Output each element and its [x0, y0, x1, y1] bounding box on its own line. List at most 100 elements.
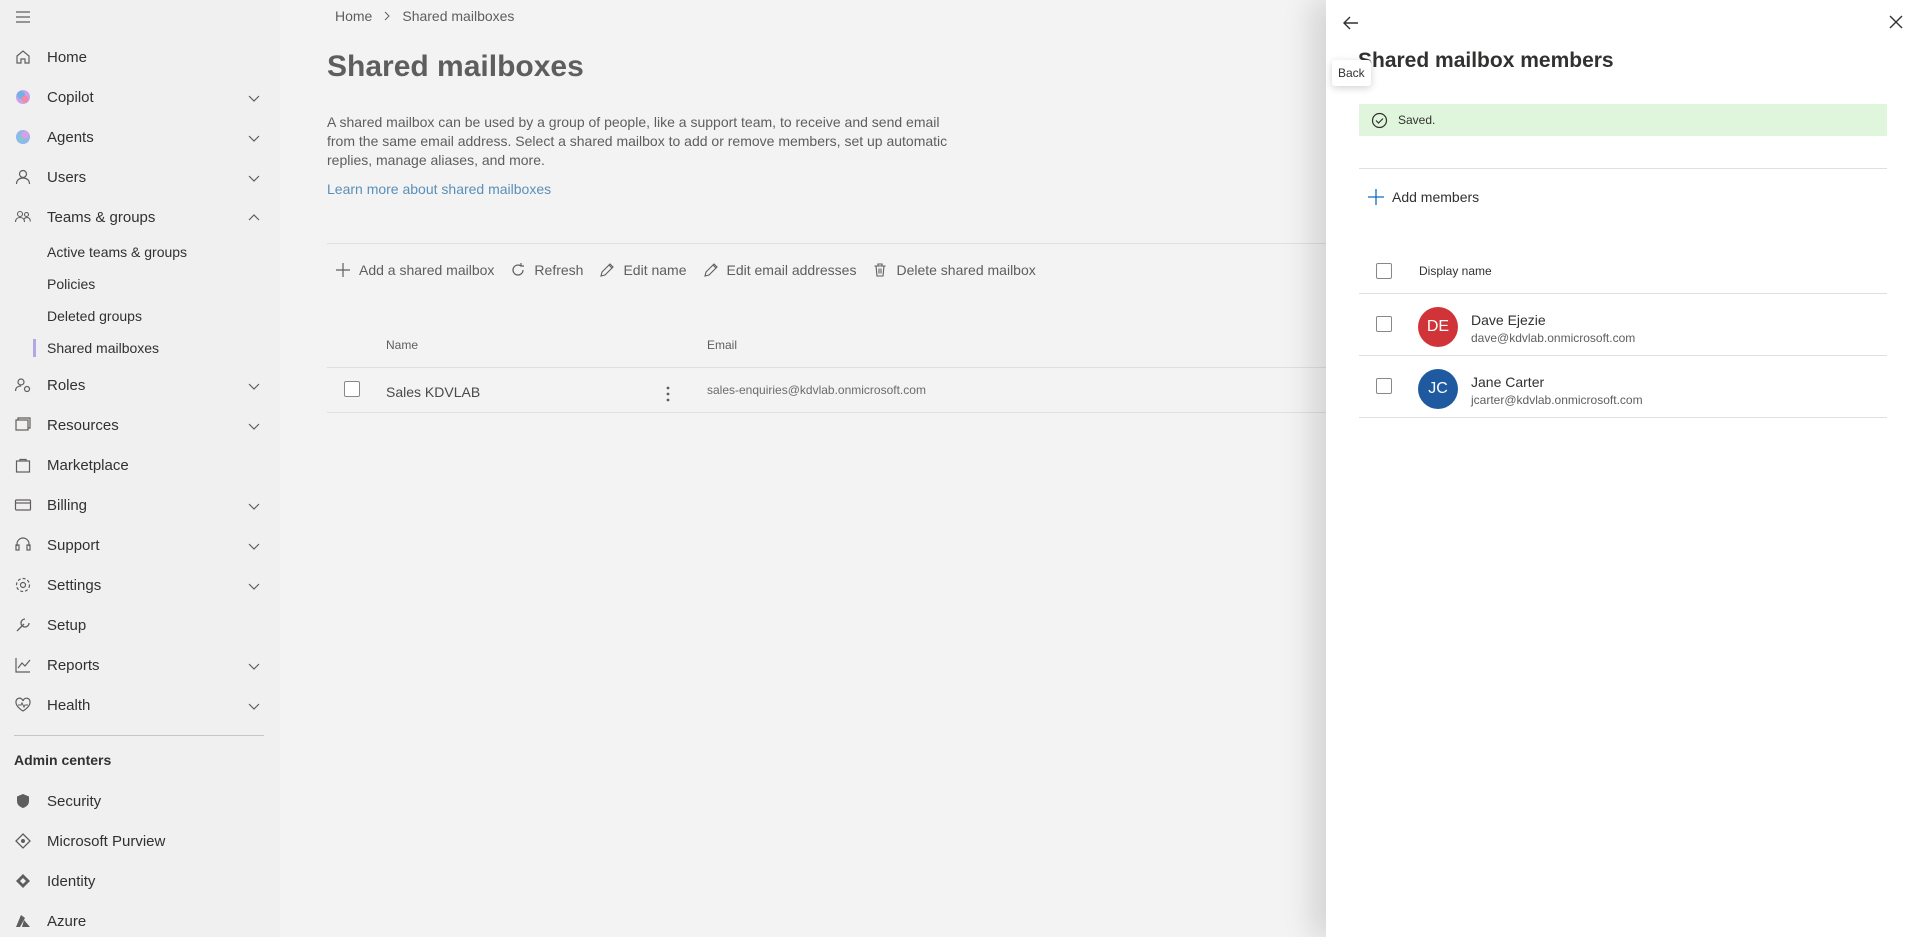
- nav-item-resources[interactable]: Resources: [0, 405, 280, 445]
- command-label: Refresh: [534, 262, 584, 278]
- chevron-down-icon[interactable]: [247, 171, 261, 185]
- refresh-button[interactable]: Refresh: [510, 262, 583, 278]
- nav-item-teams-groups[interactable]: Teams & groups: [0, 197, 280, 237]
- nav-item-azure[interactable]: Azure: [0, 901, 280, 937]
- nav-label: Microsoft Purview: [47, 832, 166, 850]
- nav-item-roles[interactable]: Roles: [0, 365, 280, 405]
- divider: [1359, 168, 1887, 169]
- column-header-display-name[interactable]: Display name: [1419, 264, 1492, 278]
- panel-title: Shared mailbox members: [1358, 49, 1614, 72]
- edit-name-button[interactable]: Edit name: [599, 262, 687, 278]
- breadcrumb: Home Shared mailboxes: [335, 8, 514, 24]
- divider: [14, 735, 264, 736]
- chevron-down-icon[interactable]: [247, 131, 261, 145]
- success-message: Saved.: [1398, 113, 1436, 127]
- chevron-down-icon[interactable]: [247, 539, 261, 553]
- command-label: Add a shared mailbox: [359, 262, 495, 278]
- nav-item-health[interactable]: Health: [0, 685, 280, 725]
- left-navigation: Home Copilot Agents Users Teams & groups…: [0, 0, 280, 937]
- nav-label: Agents: [47, 128, 94, 146]
- member-checkbox[interactable]: [1376, 316, 1392, 332]
- nav-label: Reports: [47, 656, 100, 674]
- nav-item-setup[interactable]: Setup: [0, 605, 280, 645]
- chevron-down-icon[interactable]: [247, 419, 261, 433]
- gear-icon: [14, 576, 32, 594]
- nav-item-users[interactable]: Users: [0, 157, 280, 197]
- members-panel: Shared mailbox members Back Saved. Add m…: [1326, 0, 1914, 937]
- member-name: Dave Ejezie: [1471, 312, 1546, 328]
- page-description: A shared mailbox can be used by a group …: [327, 114, 948, 168]
- avatar: JC: [1418, 369, 1458, 409]
- member-name: Jane Carter: [1471, 374, 1545, 390]
- shield-icon: [14, 792, 32, 810]
- roles-icon: [14, 376, 32, 394]
- chevron-down-icon[interactable]: [247, 579, 261, 593]
- sub-item-deleted-groups[interactable]: Deleted groups: [47, 308, 142, 324]
- health-icon: [14, 696, 32, 714]
- nav-item-security[interactable]: Security: [0, 781, 280, 821]
- checkmark-circle-icon: [1371, 112, 1388, 128]
- select-all-checkbox[interactable]: [1376, 263, 1392, 279]
- nav-label: Security: [47, 792, 102, 810]
- pencil-icon: [600, 263, 615, 277]
- sub-item-shared-mailboxes[interactable]: Shared mailboxes: [47, 340, 159, 356]
- pencil-icon: [703, 263, 718, 277]
- chevron-up-icon[interactable]: [247, 211, 261, 225]
- nav-item-copilot[interactable]: Copilot: [0, 77, 280, 117]
- learn-more-link[interactable]: Learn more about shared mailboxes: [327, 181, 551, 197]
- chevron-down-icon[interactable]: [247, 699, 261, 713]
- sub-item-active-teams-groups[interactable]: Active teams & groups: [47, 244, 187, 260]
- delete-shared-mailbox-button[interactable]: Delete shared mailbox: [872, 262, 1036, 278]
- divider: [1359, 417, 1887, 418]
- more-options-icon[interactable]: [662, 384, 674, 404]
- nav-item-billing[interactable]: Billing: [0, 485, 280, 525]
- breadcrumb-current: Shared mailboxes: [402, 8, 515, 24]
- avatar: DE: [1418, 307, 1458, 347]
- command-label: Edit email addresses: [726, 262, 857, 278]
- nav-item-agents[interactable]: Agents: [0, 117, 280, 157]
- billing-icon: [14, 496, 32, 514]
- nav-item-reports[interactable]: Reports: [0, 645, 280, 685]
- nav-label: Teams & groups: [47, 208, 156, 226]
- chevron-down-icon[interactable]: [247, 659, 261, 673]
- nav-item-home[interactable]: Home: [0, 37, 280, 77]
- chevron-down-icon[interactable]: [247, 379, 261, 393]
- row-checkbox[interactable]: [344, 381, 360, 397]
- close-icon[interactable]: [1887, 13, 1905, 31]
- command-label: Delete shared mailbox: [896, 262, 1036, 278]
- sub-item-policies[interactable]: Policies: [47, 276, 95, 292]
- nav-item-settings[interactable]: Settings: [0, 565, 280, 605]
- divider: [327, 243, 1427, 244]
- nav-label: Roles: [47, 376, 86, 394]
- column-header-name[interactable]: Name: [386, 338, 418, 352]
- nav-label: Users: [47, 168, 87, 186]
- nav-label: Marketplace: [47, 456, 129, 474]
- copilot-icon: [14, 88, 32, 106]
- column-header-email[interactable]: Email: [707, 338, 737, 352]
- nav-label: Home: [47, 48, 88, 66]
- member-email: dave@kdvlab.onmicrosoft.com: [1471, 331, 1636, 345]
- add-icon: [1368, 189, 1384, 205]
- marketplace-icon: [14, 456, 32, 474]
- breadcrumb-home[interactable]: Home: [335, 8, 372, 24]
- teams-groups-icon: [14, 208, 32, 226]
- add-members-button[interactable]: Add members: [1367, 188, 1479, 206]
- agents-icon: [14, 128, 32, 146]
- member-checkbox[interactable]: [1376, 378, 1392, 394]
- nav-item-support[interactable]: Support: [0, 525, 280, 565]
- chevron-down-icon[interactable]: [247, 499, 261, 513]
- user-icon: [14, 168, 32, 186]
- back-arrow-icon[interactable]: [1340, 12, 1362, 34]
- row-name[interactable]: Sales KDVLAB: [386, 384, 480, 400]
- edit-email-addresses-button[interactable]: Edit email addresses: [703, 262, 857, 278]
- nav-label: Azure: [47, 912, 87, 930]
- chevron-down-icon[interactable]: [247, 91, 261, 105]
- nav-item-microsoft-purview[interactable]: Microsoft Purview: [0, 821, 280, 861]
- trash-icon: [874, 263, 886, 277]
- nav-item-identity[interactable]: Identity: [0, 861, 280, 901]
- add-shared-mailbox-button[interactable]: Add a shared mailbox: [335, 262, 494, 278]
- hamburger-menu-icon[interactable]: [14, 8, 32, 26]
- nav-item-marketplace[interactable]: Marketplace: [0, 445, 280, 485]
- back-tooltip: Back: [1332, 60, 1371, 86]
- chevron-right-icon: [385, 11, 391, 21]
